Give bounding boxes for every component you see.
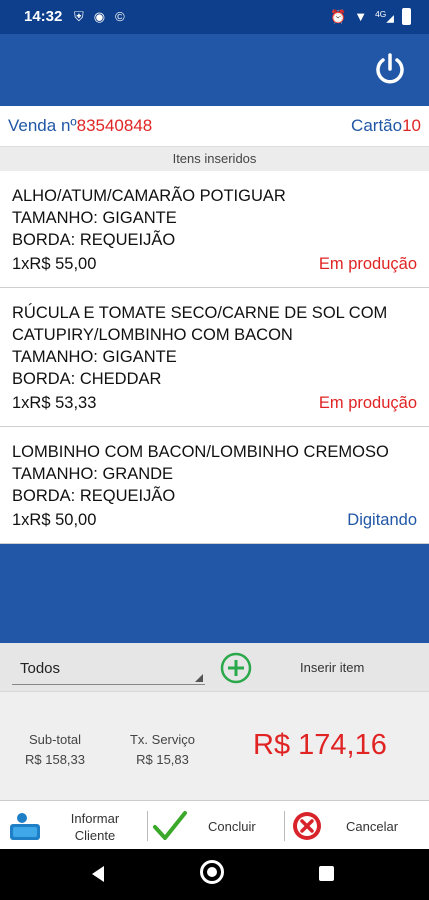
inform-client-label-2: Cliente xyxy=(74,828,116,843)
item-line: BORDA: REQUEIJÃO xyxy=(12,231,176,249)
copyright-icon: © xyxy=(115,9,125,24)
inform-client-label-1: Informar xyxy=(70,811,120,826)
sale-number: Venda nº83540848 xyxy=(8,116,153,135)
filter-selected-value: Todos xyxy=(20,660,61,677)
subtotal-value: R$ 158,33 xyxy=(25,752,85,767)
item-line: RÚCULA E TOMATE SECO/CARNE DE SOL COM xyxy=(12,304,388,322)
item-qty-price: 1xR$ 55,00 xyxy=(12,255,97,273)
list-item[interactable]: RÚCULA E TOMATE SECO/CARNE DE SOL COM CA… xyxy=(0,288,429,427)
dropdown-arrow-icon xyxy=(195,674,203,682)
client-icon[interactable] xyxy=(8,811,42,843)
subtotal-label: Sub-total xyxy=(28,732,82,747)
item-line: ALHO/ATUM/CAMARÃO POTIGUAR xyxy=(12,187,286,205)
item-line: TAMANHO: GRANDE xyxy=(12,465,174,483)
items-list: ALHO/ATUM/CAMARÃO POTIGUAR TAMANHO: GIGA… xyxy=(0,171,429,544)
signal-4g-icon: 4G◢ xyxy=(375,8,394,25)
system-icons: ⏰ ▼ 4G◢ xyxy=(330,8,411,25)
inform-client-button[interactable]: Informar Cliente xyxy=(52,810,138,844)
item-status: Digitando xyxy=(347,511,417,529)
status-filter-select[interactable]: Todos xyxy=(12,656,205,685)
battery-icon xyxy=(402,8,411,25)
action-bar: Informar Cliente Concluir Cancelar xyxy=(0,800,429,850)
status-bar: 14:32 ⛨ ◉ © ⏰ ▼ 4G◢ xyxy=(0,0,429,34)
shield-icon: ⛨ xyxy=(74,9,84,24)
divider xyxy=(147,811,148,841)
card-number: Cartão10 xyxy=(351,116,421,135)
list-item[interactable]: LOMBINHO COM BACON/LOMBINHO CREMOSO TAMA… xyxy=(0,427,429,544)
item-line: BORDA: CHEDDAR xyxy=(12,370,162,388)
item-qty-price: 1xR$ 50,00 xyxy=(12,511,97,529)
item-status: Em produção xyxy=(318,255,417,273)
alarm-icon: ⏰ xyxy=(330,8,347,24)
item-line: BORDA: REQUEIJÃO xyxy=(12,487,176,505)
divider xyxy=(284,811,285,841)
conclude-button[interactable]: Concluir xyxy=(208,818,256,835)
service-fee: Tx. Serviço R$ 15,83 xyxy=(120,730,205,770)
service-fee-label: Tx. Serviço xyxy=(129,732,195,747)
sale-info-bar: Venda nº83540848 Cartão10 xyxy=(0,106,429,147)
recent-apps-icon[interactable] xyxy=(319,866,334,881)
item-qty-price: 1xR$ 53,33 xyxy=(12,394,97,412)
insert-item-button[interactable]: Inserir item xyxy=(300,660,364,675)
back-icon[interactable] xyxy=(92,866,104,882)
clock: 14:32 xyxy=(24,8,63,25)
item-line: LOMBINHO COM BACON/LOMBINHO CREMOSO xyxy=(12,443,389,461)
grand-total: R$ 174,16 xyxy=(253,729,387,761)
wifi-icon: ▼ xyxy=(354,9,368,24)
item-status: Em produção xyxy=(318,394,417,412)
totals-area: Sub-total R$ 158,33 Tx. Serviço R$ 15,83… xyxy=(0,691,429,801)
item-line: TAMANHO: GIGANTE xyxy=(12,348,177,366)
lock-icon: ◉ xyxy=(93,9,106,24)
item-line: CATUPIRY/LOMBINHO COM BACON xyxy=(12,326,293,344)
items-section-title: Itens inseridos xyxy=(0,147,429,171)
system-nav-bar xyxy=(0,849,429,900)
cancel-icon[interactable] xyxy=(291,810,323,842)
notification-icons: ⛨ ◉ © xyxy=(74,9,125,25)
list-item[interactable]: ALHO/ATUM/CAMARÃO POTIGUAR TAMANHO: GIGA… xyxy=(0,171,429,288)
app-header xyxy=(0,34,429,106)
item-line: TAMANHO: GIGANTE xyxy=(12,209,177,227)
service-fee-value: R$ 15,83 xyxy=(136,752,189,767)
order-panel: Todos Inserir item Sub-total R$ 158,33 T… xyxy=(0,643,429,801)
power-icon[interactable] xyxy=(373,52,407,86)
subtotal: Sub-total R$ 158,33 xyxy=(20,730,90,770)
home-icon[interactable] xyxy=(200,860,224,884)
add-item-icon[interactable] xyxy=(220,652,252,684)
cancel-button[interactable]: Cancelar xyxy=(346,818,398,835)
checkmark-icon[interactable] xyxy=(152,809,188,843)
